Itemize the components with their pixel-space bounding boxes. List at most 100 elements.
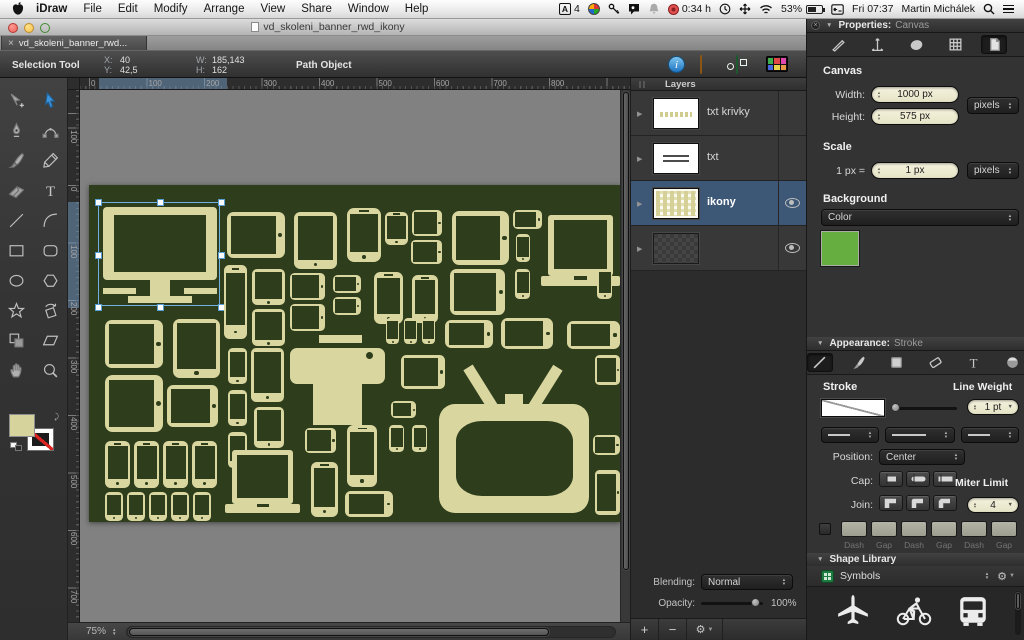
apple-menu-icon[interactable] <box>12 2 24 16</box>
disclosure-triangle-icon[interactable]: ▼ <box>817 556 823 563</box>
history-clock-icon[interactable] <box>719 3 731 15</box>
device-icon-phone[interactable] <box>224 265 247 339</box>
canvas-units-select[interactable]: pixels▲▼ <box>967 97 1019 114</box>
device-icon-phone[interactable] <box>127 492 145 521</box>
join-bevel-button[interactable] <box>933 495 957 511</box>
input-source-icon[interactable]: A 4 <box>559 3 580 15</box>
text-tool[interactable]: T <box>37 178 65 203</box>
colorful-app-icon[interactable] <box>588 3 600 15</box>
rounded-rect-tool[interactable] <box>37 238 65 263</box>
device-icon-tab-ls[interactable] <box>290 304 325 331</box>
join-miter-button[interactable] <box>879 495 903 511</box>
layer-row-ikony[interactable]: ▶ikony <box>631 181 806 226</box>
device-icon-tab[interactable] <box>251 348 284 402</box>
brush-tool[interactable] <box>3 148 31 173</box>
rect-tool[interactable] <box>3 238 31 263</box>
dash-field-1[interactable] <box>841 521 867 537</box>
chat-icon[interactable] <box>628 3 640 15</box>
symbols-group-row[interactable]: Symbols ▲▼ ⚙▼ <box>807 566 1024 587</box>
pen-tool[interactable] <box>3 118 31 143</box>
stroke-width-slider-knob[interactable] <box>891 403 900 412</box>
key-icon[interactable] <box>608 3 620 15</box>
device-icon-phone[interactable] <box>171 492 189 521</box>
eye-icon[interactable] <box>785 198 800 208</box>
cap-square-button[interactable] <box>933 471 957 487</box>
device-icon-tab[interactable] <box>252 269 285 305</box>
layer-disclosure-icon[interactable]: ▶ <box>637 200 642 208</box>
device-icon-phone[interactable] <box>311 462 338 517</box>
dash-field-4[interactable] <box>931 521 957 537</box>
line-weight-field[interactable]: ▲▼1 pt▼ <box>967 399 1019 415</box>
node-tool[interactable] <box>37 118 65 143</box>
cap-round-button[interactable] <box>906 471 930 487</box>
device-icon-phone[interactable] <box>228 390 247 426</box>
battery-indicator[interactable]: 53% <box>781 3 823 15</box>
scale-field[interactable]: ▲▼1 px <box>871 162 959 179</box>
position-select[interactable]: Center▲▼ <box>879 449 965 465</box>
device-icon-phone[interactable] <box>105 492 123 521</box>
device-icon-phone[interactable] <box>374 272 403 324</box>
menu-arrange[interactable]: Arrange <box>196 3 253 15</box>
add-layer-button[interactable]: + <box>631 619 659 640</box>
disclosure-triangle-icon[interactable]: ▼ <box>817 340 823 347</box>
layer-visibility-cell[interactable] <box>778 181 806 225</box>
menu-file[interactable]: File <box>75 3 110 15</box>
symbols-stepper[interactable]: ▲▼ <box>985 572 989 580</box>
symbol-bus[interactable] <box>958 595 988 632</box>
tab-document-props[interactable] <box>981 35 1007 54</box>
stroke-color-swatch[interactable] <box>821 399 885 417</box>
device-icon-tab-ls[interactable] <box>595 470 620 515</box>
tab-stroke-props[interactable] <box>825 35 851 54</box>
polygon-tool[interactable] <box>37 268 65 293</box>
tab-appearance-brush[interactable] <box>846 353 872 372</box>
horizontal-scrollbar[interactable] <box>126 626 616 638</box>
zoom-level[interactable]: 75% <box>86 626 106 637</box>
stroke-style-select-1[interactable]: ▲▼ <box>821 427 879 443</box>
color-palette-button[interactable] <box>766 56 788 72</box>
record-indicator[interactable]: 0:34 h <box>668 3 711 15</box>
layer-visibility-cell[interactable] <box>778 91 806 135</box>
stroke-width-slider[interactable] <box>895 407 957 410</box>
device-icon-phone-ls[interactable] <box>345 491 393 517</box>
device-icon-phone-ls[interactable] <box>391 401 416 418</box>
rotate-tool[interactable] <box>37 298 65 323</box>
move-tool[interactable] <box>3 88 31 113</box>
vertical-scrollbar-thumb[interactable] <box>623 92 629 570</box>
vertical-scrollbar[interactable] <box>620 90 630 622</box>
device-icon-phone[interactable] <box>347 208 381 262</box>
layer-row-empty[interactable]: ▶ <box>631 226 806 271</box>
tab-close-icon[interactable]: × <box>8 39 14 48</box>
menu-idraw[interactable]: iDraw <box>28 3 75 15</box>
device-icon-tab[interactable] <box>254 407 284 448</box>
miter-limit-field[interactable]: ▲▼4▼ <box>967 497 1019 513</box>
layer-disclosure-icon[interactable]: ▶ <box>637 110 642 118</box>
dash-field-3[interactable] <box>901 521 927 537</box>
device-icon-tab[interactable] <box>252 309 285 346</box>
hand-tool[interactable] <box>3 358 31 383</box>
fill-stroke-swatches[interactable]: ⤸ <box>9 412 61 460</box>
dash-field-2[interactable] <box>871 521 897 537</box>
selection-handle[interactable] <box>218 199 225 206</box>
opacity-slider[interactable] <box>701 599 763 608</box>
properties-header[interactable]: × ▼ Properties:Canvas <box>807 19 1024 33</box>
device-icon-tab-ls[interactable] <box>105 375 163 432</box>
shape-library-button[interactable] <box>736 56 738 74</box>
device-icon-phone[interactable] <box>386 318 399 344</box>
zoom-stepper[interactable]: ▲▼ <box>112 628 116 636</box>
symbol-cyclist[interactable] <box>895 595 933 632</box>
remove-layer-button[interactable]: − <box>659 619 687 640</box>
layer-visibility-cell[interactable] <box>778 226 806 270</box>
layer-row-txt[interactable]: ▶txt <box>631 136 806 181</box>
symbols-scrollbar-thumb[interactable] <box>1016 593 1020 609</box>
device-icon-tab-ls[interactable] <box>412 210 442 236</box>
layer-visibility-cell[interactable] <box>778 136 806 180</box>
device-icon-phone[interactable] <box>515 269 530 299</box>
device-icon-tab-ls[interactable] <box>105 320 163 368</box>
eye-icon[interactable] <box>785 243 800 253</box>
star-tool[interactable] <box>3 298 31 323</box>
keyboard-viewer-icon[interactable] <box>831 4 844 15</box>
move-tool-status-icon[interactable] <box>739 3 751 15</box>
document-tab[interactable]: × vd_skoleni_banner_rwd... <box>1 36 147 50</box>
device-icon-tab-ls[interactable] <box>450 269 505 315</box>
layers-panel-header[interactable]: Layers <box>631 78 806 91</box>
